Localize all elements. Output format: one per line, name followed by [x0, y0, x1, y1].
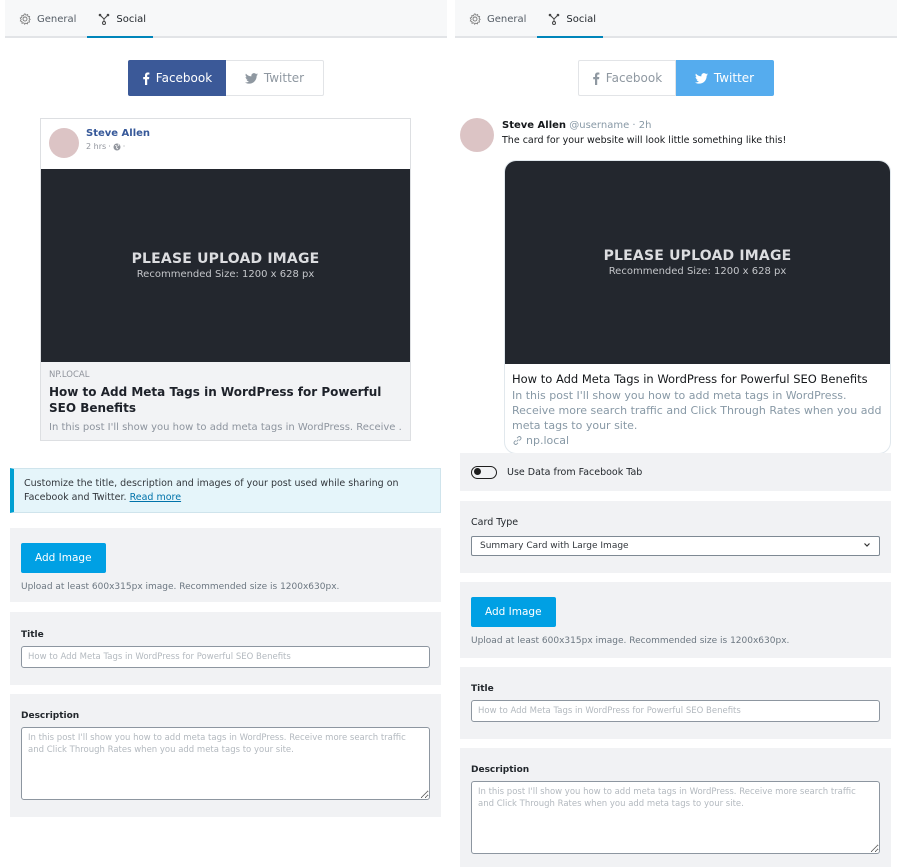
upload-hint: Upload at least 600x315px image. Recomme… [21, 582, 340, 592]
add-image-button[interactable]: Add Image [21, 543, 106, 573]
author-handle: @username [569, 120, 630, 131]
twitter-tab-button[interactable]: Twitter [676, 60, 774, 96]
description-label: Description [471, 765, 530, 775]
tab-social[interactable]: Social [87, 2, 154, 38]
globe-icon [113, 143, 121, 151]
card-type-section: Card Type Summary Card with Large Image [460, 501, 891, 573]
description-section: Description [10, 694, 441, 817]
tab-general[interactable]: General [13, 2, 87, 38]
image-placeholder-subtitle: Recommended Size: 1200 x 628 px [608, 266, 787, 277]
facebook-post-header: Steve Allen 2 hrs · · [41, 119, 410, 169]
share-network-icon [98, 13, 110, 25]
link-icon [512, 435, 523, 446]
tweet-header: Steve Allen @username · 2h [502, 120, 786, 131]
twitter-card-details: How to Add Meta Tags in WordPress for Po… [505, 364, 890, 453]
use-facebook-data-label: Use Data from Facebook Tab [507, 466, 643, 478]
image-upload-section: Add Image Upload at least 600x315px imag… [10, 528, 441, 602]
read-more-link[interactable]: Read more [130, 492, 182, 503]
description-label: Description [21, 711, 80, 721]
facebook-icon [592, 72, 600, 85]
card-title: How to Add Meta Tags in WordPress for Po… [512, 372, 868, 386]
description-section: Description [460, 748, 891, 867]
facebook-tab-label: Facebook [155, 71, 213, 85]
tab-social-label: Social [566, 13, 597, 25]
image-placeholder-title: PLEASE UPLOAD IMAGE [603, 248, 792, 264]
description-textarea[interactable] [21, 727, 430, 800]
separator: · [108, 142, 111, 151]
title-label: Title [21, 630, 44, 640]
image-placeholder: PLEASE UPLOAD IMAGE Recommended Size: 12… [505, 161, 890, 364]
tab-general-label: General [487, 13, 527, 25]
card-type-label: Card Type [471, 517, 519, 528]
twitter-tab-button[interactable]: Twitter [226, 60, 324, 96]
facebook-preview-card: Steve Allen 2 hrs · · PLEASE UPLOAD IMAG… [40, 118, 411, 441]
image-placeholder: PLEASE UPLOAD IMAGE Recommended Size: 12… [41, 169, 410, 362]
facebook-tab-button[interactable]: Facebook [128, 60, 226, 96]
card-domain: np.local [526, 434, 570, 447]
use-facebook-data-section: Use Data from Facebook Tab [460, 453, 891, 491]
chevron-down-icon [863, 541, 871, 551]
card-type-value: Summary Card with Large Image [480, 541, 629, 551]
link-domain: NP.LOCAL [49, 370, 90, 380]
tab-general[interactable]: General [463, 2, 537, 38]
notice-text: Customize the title, description and ima… [24, 478, 399, 503]
title-input[interactable] [471, 700, 880, 722]
title-label: Title [471, 684, 494, 694]
avatar [49, 128, 79, 158]
title-section: Title [10, 612, 441, 685]
facebook-icon [142, 72, 150, 85]
card-type-select[interactable]: Summary Card with Large Image [471, 536, 880, 556]
twitter-tab-label: Twitter [713, 71, 755, 85]
info-notice: Customize the title, description and ima… [10, 468, 441, 513]
facebook-tab-button[interactable]: Facebook [578, 60, 676, 96]
twitter-tab-label: Twitter [263, 71, 305, 85]
tab-social-label: Social [116, 13, 147, 25]
facebook-panel: General Social Facebook Twitter Steve Al… [5, 0, 447, 867]
twitter-bird-icon [244, 72, 258, 84]
tab-bar: General Social [5, 0, 447, 38]
title-input[interactable] [21, 646, 430, 668]
separator: · [122, 142, 126, 151]
gear-icon [19, 13, 31, 25]
image-upload-section: Add Image Upload at least 600x315px imag… [460, 582, 891, 658]
twitter-panel: General Social Facebook Twitter Steve Al… [455, 0, 897, 867]
link-title: How to Add Meta Tags in WordPress for Po… [49, 385, 382, 415]
twitter-preview-card: PLEASE UPLOAD IMAGE Recommended Size: 12… [504, 160, 891, 454]
network-switcher: Facebook Twitter [455, 60, 897, 96]
facebook-link-details: NP.LOCAL How to Add Meta Tags in WordPre… [41, 362, 410, 440]
tweet-time: · 2h [632, 120, 652, 131]
share-network-icon [548, 13, 560, 25]
tweet-text: The card for your website will look litt… [502, 135, 787, 146]
author-name: Steve Allen [86, 128, 151, 139]
tab-general-label: General [37, 13, 77, 25]
network-switcher: Facebook Twitter [5, 60, 447, 96]
upload-hint: Upload at least 600x315px image. Recomme… [471, 636, 790, 646]
avatar [460, 118, 494, 152]
twitter-bird-icon [694, 72, 708, 84]
link-description: In this post I'll show you how to add me… [49, 422, 402, 433]
gear-icon [469, 13, 481, 25]
twitter-preview: Steve Allen @username · 2h The card for … [460, 118, 892, 454]
facebook-tab-label: Facebook [605, 71, 663, 85]
tab-social[interactable]: Social [537, 2, 604, 38]
use-facebook-data-toggle[interactable] [471, 465, 497, 479]
post-time-text: 2 hrs [86, 142, 107, 151]
image-placeholder-subtitle: Recommended Size: 1200 x 628 px [136, 269, 315, 280]
title-section: Title [460, 667, 891, 739]
tab-bar: General Social [455, 0, 897, 38]
add-image-button[interactable]: Add Image [471, 597, 556, 627]
description-textarea[interactable] [471, 781, 880, 854]
card-description: In this post I'll show you how to add me… [512, 389, 882, 432]
card-domain-row: np.local [512, 434, 882, 447]
post-time: 2 hrs · · [86, 142, 150, 151]
image-placeholder-title: PLEASE UPLOAD IMAGE [131, 251, 320, 267]
author-name: Steve Allen [502, 120, 567, 131]
